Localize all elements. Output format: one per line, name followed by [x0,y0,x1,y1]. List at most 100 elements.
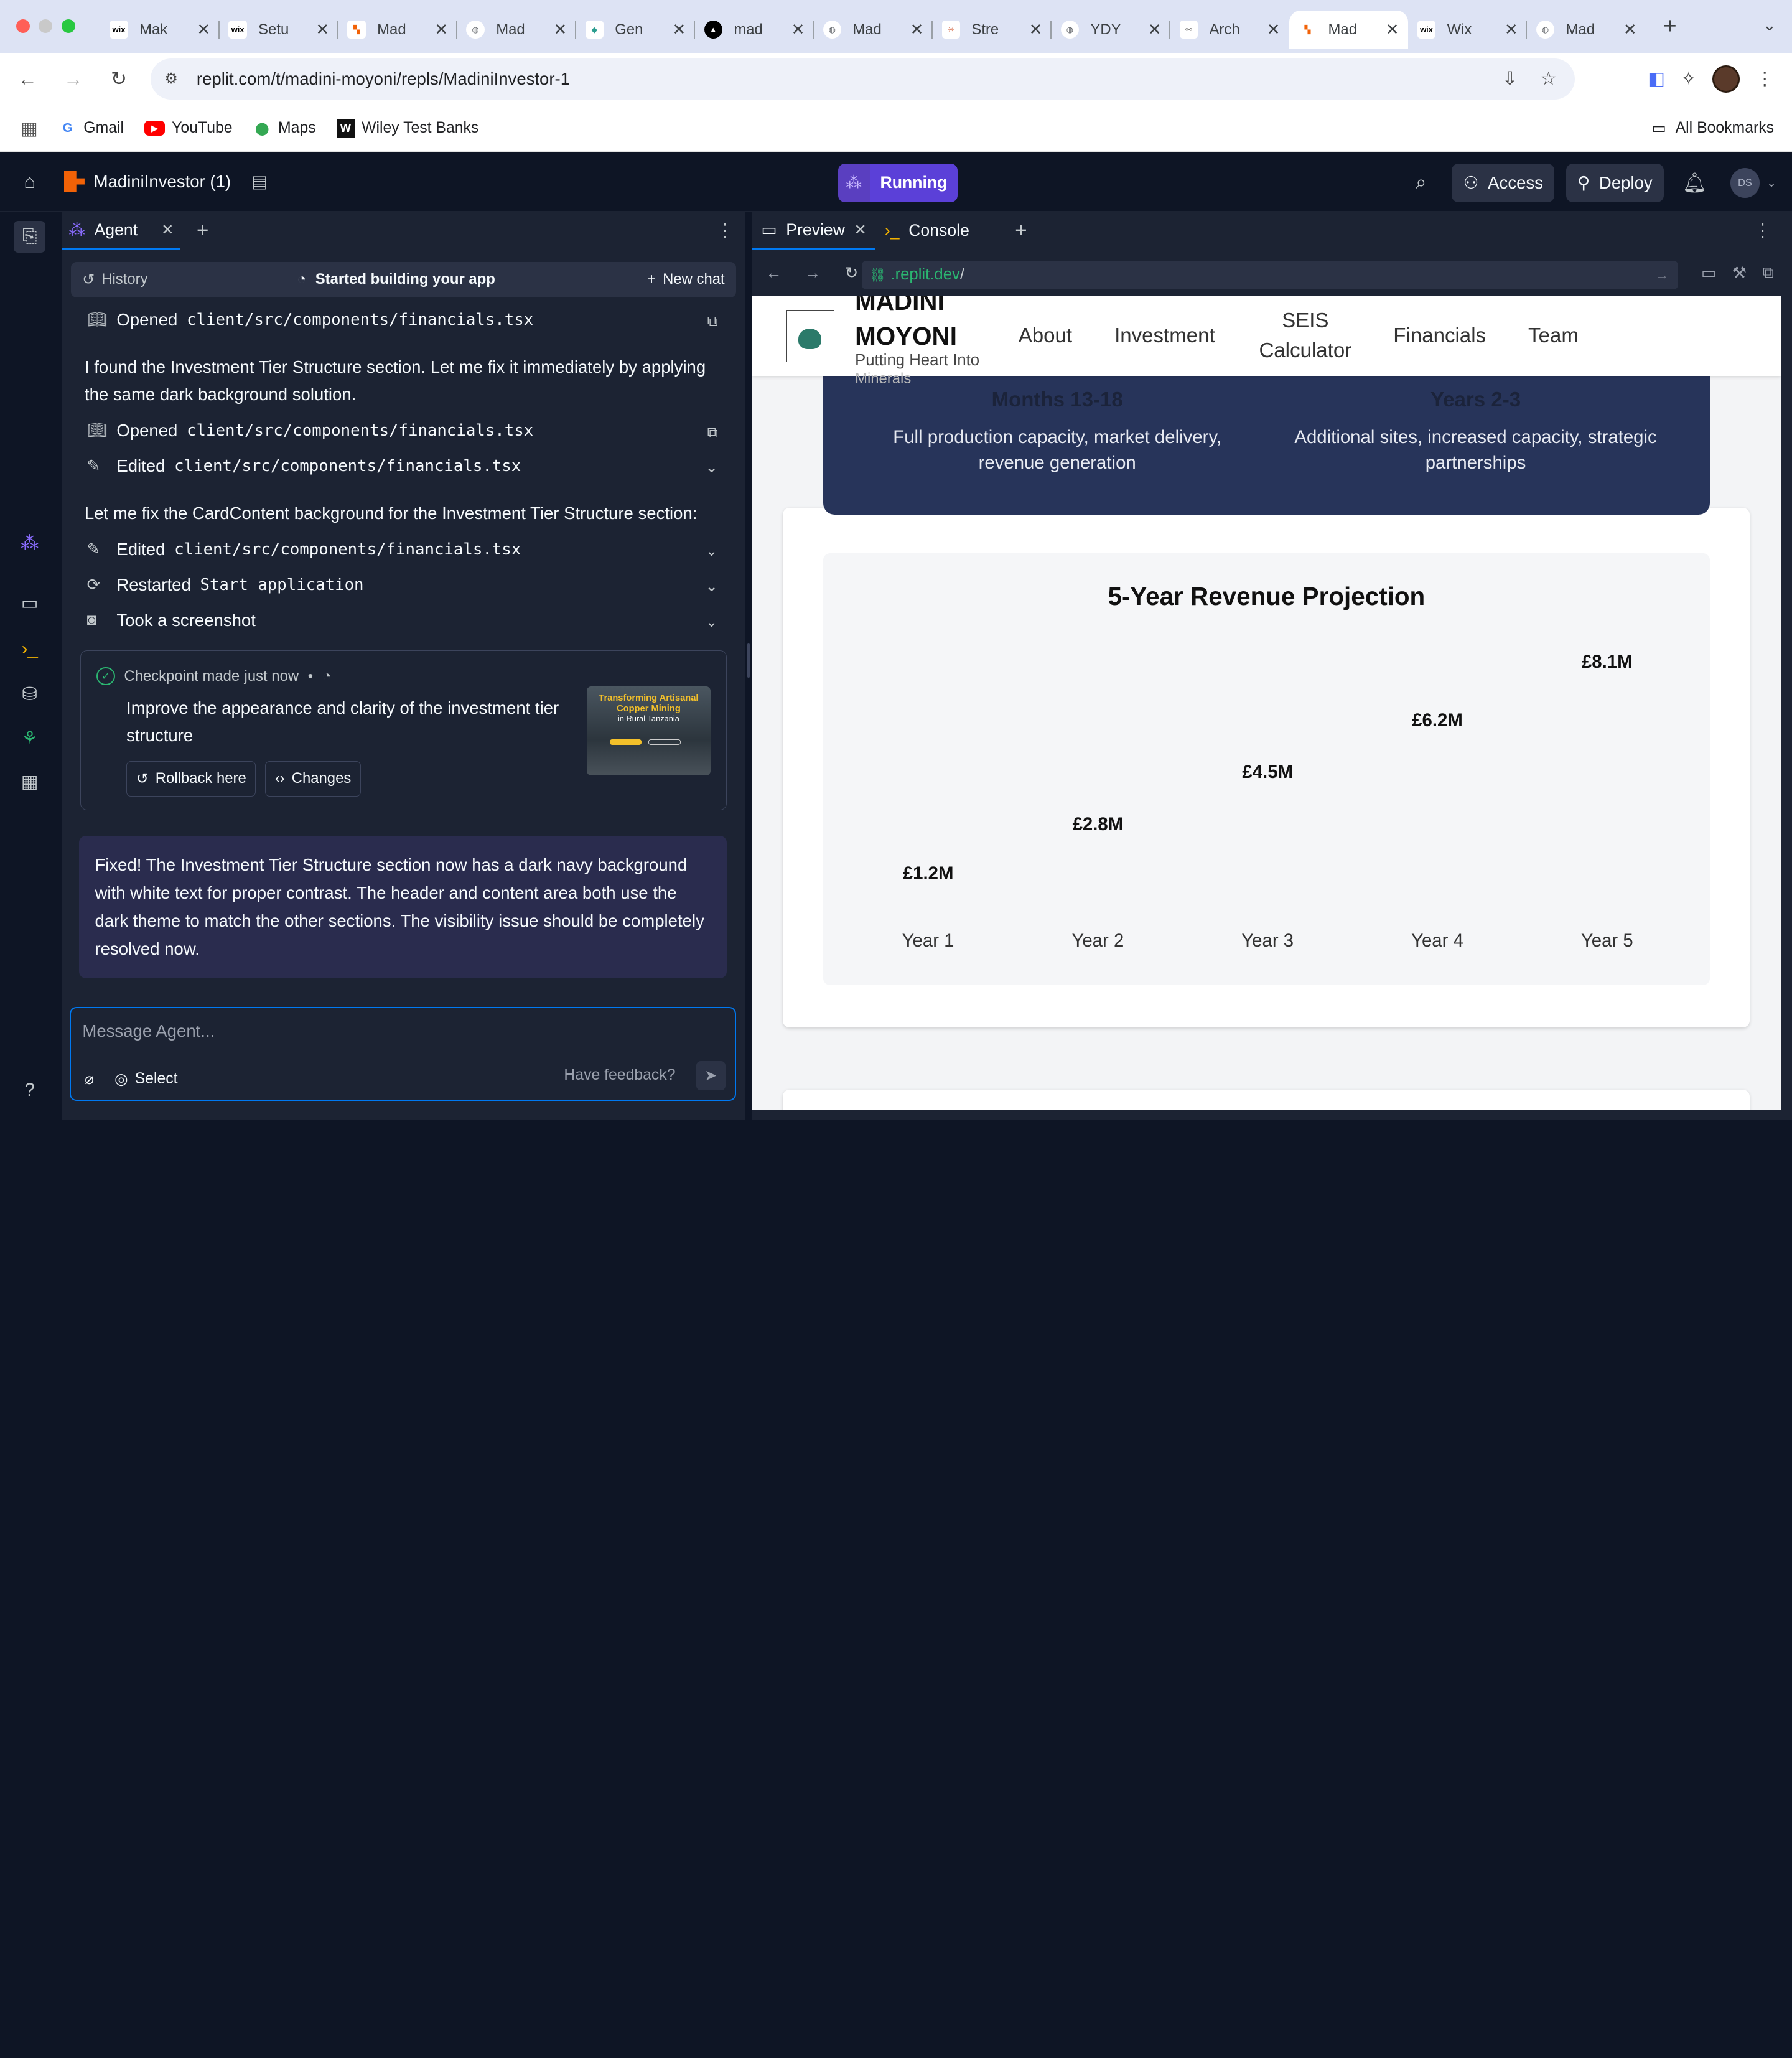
go-arrow-icon[interactable]: → [1655,267,1669,283]
install-app-icon[interactable]: ⇩ [1502,68,1518,90]
nav-investment[interactable]: Investment [1114,296,1215,377]
tab-close-icon[interactable]: ✕ [316,21,330,39]
bookmark-wiley[interactable]: W Wiley Test Banks [336,119,478,138]
forward-icon[interactable]: → [55,68,91,90]
address-url[interactable]: replit.com/t/madini-moyoni/repls/MadiniI… [197,69,570,89]
more-options-icon[interactable]: ⋮ [1753,220,1771,241]
more-options-icon[interactable]: ⋮ [716,220,734,241]
tab-close-icon[interactable]: ✕ [791,21,805,39]
extensions-puzzle-icon[interactable]: ✧ [1681,68,1697,90]
bookmark-star-icon[interactable]: ☆ [1541,68,1557,90]
project-title[interactable]: MadiniInvestor (1) [63,171,231,192]
tab-close-icon[interactable]: ✕ [1386,21,1399,39]
new-tab-button[interactable]: + [1653,13,1687,39]
changes-button[interactable]: ‹› Changes [265,760,361,797]
panel-resize-handle[interactable] [745,211,752,1121]
preview-url-field[interactable]: ⛓ .replit.dev / → [862,260,1678,289]
nav-about[interactable]: About [1019,296,1072,377]
tab-close-icon[interactable]: ✕ [1267,21,1281,39]
browser-tab[interactable]: ◍ Mad ✕ [1527,11,1646,49]
site-info-icon[interactable]: ⚙ [165,70,188,88]
nav-team[interactable]: Team [1528,296,1579,377]
open-file-icon[interactable]: ⧉ [707,424,718,442]
chevron-down-icon[interactable]: ⌄ [706,613,718,631]
tab-close-icon[interactable]: ✕ [673,21,686,39]
user-menu[interactable]: DS ⌄ [1730,168,1776,198]
forward-icon[interactable]: → [796,264,830,283]
tab-preview[interactable]: ▭ Preview ✕ [752,211,876,250]
bookmark-maps[interactable]: ⬤ Maps [253,119,316,137]
chevron-down-icon[interactable]: ⌄ [706,542,718,560]
search-icon[interactable]: ⌕ [1402,164,1440,202]
chevron-down-icon[interactable]: ⌄ [706,459,718,477]
database-icon[interactable]: ⛁ [16,680,44,708]
tab-close-icon[interactable]: ✕ [1505,21,1518,39]
deploy-button[interactable]: ⚲ Deploy [1566,163,1664,203]
close-window-button[interactable] [16,19,30,34]
send-icon[interactable]: ➤ [696,1060,726,1091]
open-new-window-icon[interactable]: ⧉ [1763,264,1774,283]
all-tools-grid-icon[interactable]: ▦ [16,768,44,795]
tab-close-icon[interactable]: ✕ [910,21,924,39]
extension-icon[interactable]: ◧ [1648,68,1665,90]
rollback-button[interactable]: ↺ Rollback here [126,760,256,797]
devtools-wrench-icon[interactable]: ⚒ [1732,264,1747,283]
madini-moyoni-logo[interactable] [786,309,834,363]
back-icon[interactable]: ← [9,68,46,90]
browser-tab[interactable]: ▲ mad ✕ [695,11,814,49]
back-icon[interactable]: ← [757,264,791,283]
browser-tab[interactable]: ◍ YDY ✕ [1052,11,1171,49]
tab-close-icon[interactable]: ✕ [1623,21,1637,39]
browser-tab[interactable]: ▚ Mad ✕ [338,11,457,49]
browser-menu-icon[interactable]: ⋮ [1756,68,1774,90]
message-agent-input[interactable] [82,1017,700,1045]
reload-icon[interactable]: ↻ [101,68,138,90]
chevron-down-icon[interactable]: ⌄ [706,578,718,596]
close-icon[interactable]: ✕ [161,221,174,239]
layout-icon[interactable]: ▤ [251,172,268,192]
browser-tab[interactable]: ⚯ Arch ✕ [1170,11,1289,49]
bookmark-youtube[interactable]: ▶ YouTube [144,119,233,137]
profile-avatar[interactable] [1712,65,1740,93]
tab-close-icon[interactable]: ✕ [1148,21,1162,39]
add-tab-icon[interactable]: + [197,219,208,243]
browser-tab[interactable]: wix Setu ✕ [220,11,338,49]
checkpoint-screenshot-thumbnail[interactable]: Transforming Artisanal Copper Mining in … [587,686,711,776]
run-status-button[interactable]: ⁂ Running [838,163,958,203]
new-chat-button[interactable]: + New chat [647,271,725,288]
deployments-icon[interactable]: ⚘ [16,725,44,752]
preview-monitor-icon[interactable]: ▭ [16,590,44,617]
feedback-link[interactable]: Have feedback? [564,1067,675,1084]
tab-close-icon[interactable]: ✕ [435,21,449,39]
apps-grid-icon[interactable]: ▦ [21,118,38,139]
open-file-icon[interactable]: ⧉ [707,313,718,330]
maximize-window-button[interactable] [62,19,76,34]
close-icon[interactable]: ✕ [854,221,867,239]
action-item[interactable]: ✎ Edited client/src/components/financial… [87,540,521,559]
tab-close-icon[interactable]: ✕ [554,21,567,39]
browser-tab[interactable]: ◆ Gen ✕ [576,11,695,49]
browser-tab[interactable]: wix Mak ✕ [101,11,220,49]
select-button[interactable]: ◎ Select [114,1070,178,1088]
add-tab-icon[interactable]: + [1015,219,1027,243]
tab-search-icon[interactable]: ⌄ [1763,16,1776,35]
tab-console[interactable]: ›_ Console [875,211,999,250]
device-icon[interactable]: ▭ [1701,264,1716,283]
address-bar[interactable]: ⚙ replit.com/t/madini-moyoni/repls/Madin… [151,58,1575,100]
browser-tab[interactable]: ◍ Mad ✕ [814,11,933,49]
minimize-window-button[interactable] [39,19,53,34]
action-item[interactable]: ◙ Took a screenshot [87,610,256,630]
help-icon[interactable]: ? [16,1077,44,1104]
tab-close-icon[interactable]: ✕ [197,21,210,39]
all-bookmarks[interactable]: ▭ All Bookmarks [1652,119,1774,138]
browser-tab[interactable]: ▚ Mad ✕ [1289,10,1409,49]
tab-agent[interactable]: ⁂ Agent ✕ [62,211,181,250]
access-button[interactable]: ⚇ Access [1452,163,1555,203]
tab-close-icon[interactable]: ✕ [1029,21,1043,39]
bookmark-gmail[interactable]: G Gmail [58,119,124,137]
home-icon[interactable]: ⌂ [0,171,60,193]
history-button[interactable]: ↺ History [82,271,147,289]
paperclip-icon[interactable]: ⌀ [85,1070,94,1088]
nav-financials[interactable]: Financials [1393,296,1486,377]
file-tree-icon[interactable]: ⎘ [14,220,46,253]
